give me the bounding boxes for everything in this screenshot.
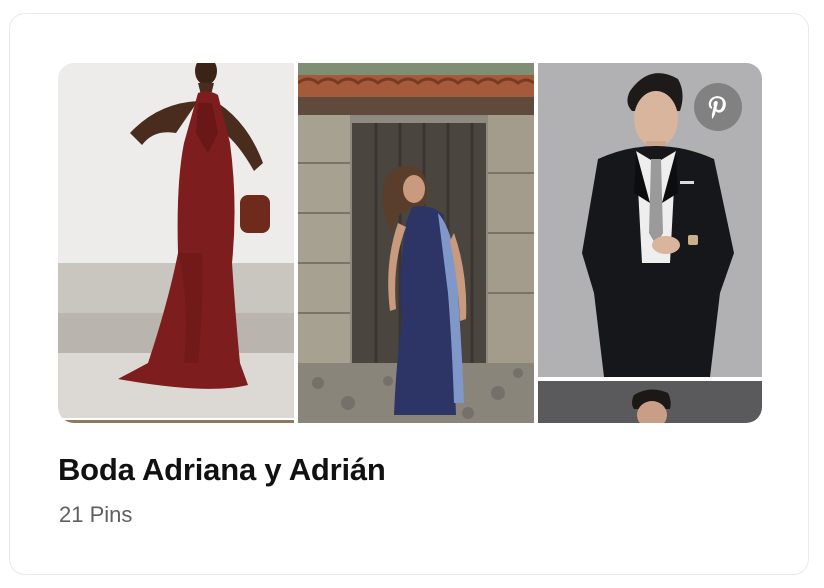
blue-dress-illustration — [298, 63, 534, 423]
man-portrait-illustration — [538, 381, 762, 423]
board-cover-collage[interactable] — [58, 63, 762, 423]
pin-image-blue-dress[interactable] — [298, 63, 534, 423]
pin-image-man-portrait[interactable] — [538, 381, 762, 423]
pin-image-strip — [58, 420, 294, 423]
red-dress-illustration — [58, 63, 294, 418]
pin-count: 21 Pins — [59, 502, 133, 527]
pin-image-red-dress[interactable] — [58, 63, 294, 418]
pinterest-icon — [708, 96, 726, 119]
board-title[interactable]: Boda Adriana y Adrián — [58, 452, 386, 488]
pinterest-badge — [694, 83, 742, 131]
